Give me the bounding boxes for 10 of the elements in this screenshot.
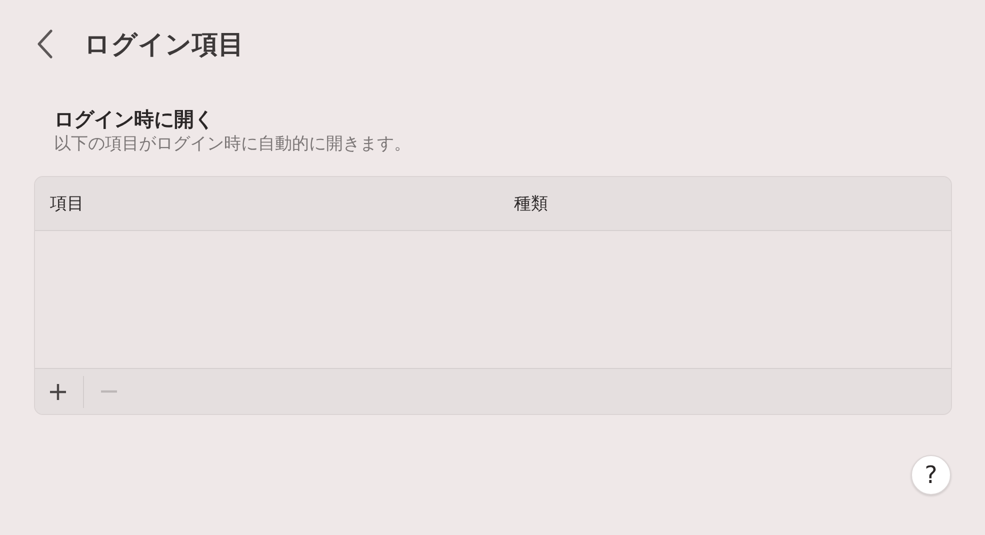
section-heading: ログイン時に開く <box>54 106 215 132</box>
column-header[interactable]: 種類 <box>499 192 548 215</box>
chevron-left-icon <box>36 29 54 59</box>
page-title: ログイン項目 <box>84 28 244 62</box>
column-header[interactable]: 項目 <box>35 192 499 215</box>
section-description: 以下の項目がログイン時に自動的に開きます。 <box>54 133 412 156</box>
help-button[interactable]: ? <box>911 455 951 495</box>
back-button[interactable] <box>36 29 54 59</box>
plus-icon <box>48 382 68 402</box>
minus-icon <box>100 390 118 393</box>
